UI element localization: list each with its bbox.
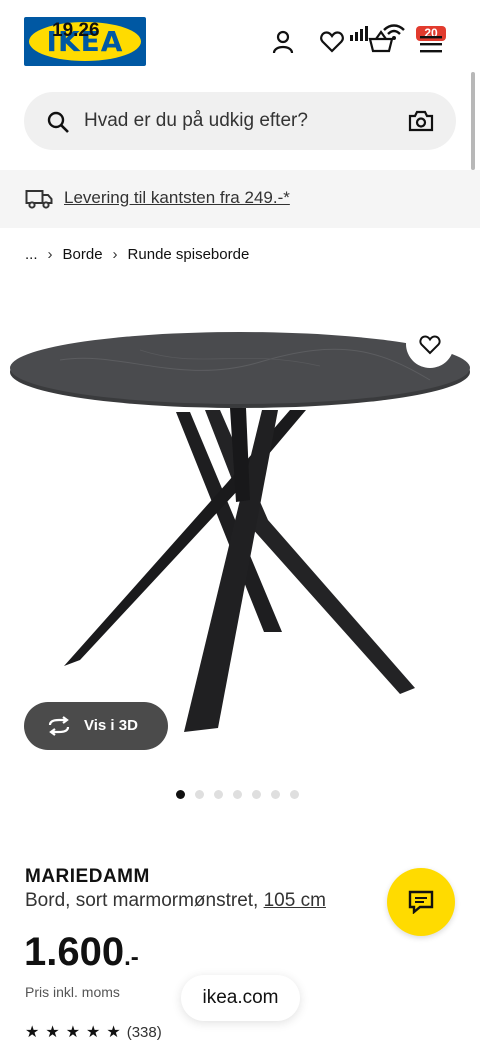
star-icon: ★ (45, 1024, 60, 1041)
menu-icon[interactable] (417, 30, 445, 58)
rating-count: (338) (126, 1023, 162, 1041)
heart-icon (419, 335, 441, 355)
product-description: Bord, sort marmormønstret, 105 cm (25, 890, 326, 912)
price-suffix: .- (124, 944, 139, 971)
breadcrumb: ... › Borde › Runde spiseborde (25, 246, 249, 263)
star-half-icon: ★ (106, 1024, 121, 1041)
delivery-link[interactable]: Levering til kantsten fra 249.-* (64, 188, 290, 208)
signal-icon (350, 26, 368, 41)
chat-button[interactable] (387, 868, 455, 936)
gallery-dot[interactable] (252, 790, 261, 799)
gallery-dot[interactable] (214, 790, 223, 799)
breadcrumb-runde-spiseborde[interactable]: Runde spiseborde (128, 246, 250, 263)
breadcrumb-borde[interactable]: Borde (63, 246, 103, 263)
gallery-pagination (176, 790, 299, 799)
gallery-dot[interactable] (290, 790, 299, 799)
gallery-dot[interactable] (195, 790, 204, 799)
heart-icon[interactable] (318, 28, 346, 56)
status-time: 19.26 (52, 20, 100, 41)
camera-icon[interactable] (408, 109, 434, 133)
product-name: MARIEDAMM (25, 866, 150, 887)
star-icon: ★ (86, 1024, 101, 1041)
wifi-icon (383, 24, 405, 40)
vat-note: Pris inkl. moms (25, 984, 120, 1000)
price-value: 1.600 (24, 930, 125, 974)
scrollbar[interactable] (471, 72, 475, 170)
product-image[interactable] (0, 290, 480, 770)
truck-icon (25, 190, 53, 209)
product-rating[interactable]: ★ ★ ★ ★ ★ (338) (25, 1022, 162, 1042)
star-icon: ★ (65, 1024, 81, 1041)
breadcrumb-ellipsis[interactable]: ... (25, 246, 38, 263)
search-icon (47, 111, 69, 133)
gallery-dot[interactable] (233, 790, 242, 799)
gallery-dot[interactable] (271, 790, 280, 799)
delivery-banner[interactable]: Levering til kantsten fra 249.-* (0, 170, 480, 228)
gallery-dot[interactable] (176, 790, 185, 799)
product-size-link[interactable]: 105 cm (264, 890, 326, 911)
view-in-3d-label: Vis i 3D (84, 717, 138, 734)
search-bar[interactable]: Hvad er du på udkig efter? (24, 92, 456, 150)
rotate-3d-icon (48, 716, 70, 736)
profile-icon[interactable] (269, 28, 297, 56)
chevron-right-icon: › (47, 246, 53, 263)
chevron-right-icon: › (112, 246, 118, 263)
search-input[interactable]: Hvad er du på udkig efter? (84, 110, 308, 132)
favorite-button[interactable] (406, 320, 454, 368)
view-in-3d-button[interactable]: Vis i 3D (24, 702, 168, 750)
browser-url-pill[interactable]: ikea.com (181, 975, 300, 1021)
product-description-text: Bord, sort marmormønstret, (25, 890, 264, 911)
header: IKEA 19.26 20 (0, 0, 480, 86)
product-price: 1.600.- (24, 930, 139, 975)
chat-icon (408, 890, 434, 914)
star-icon: ★ (25, 1024, 40, 1041)
